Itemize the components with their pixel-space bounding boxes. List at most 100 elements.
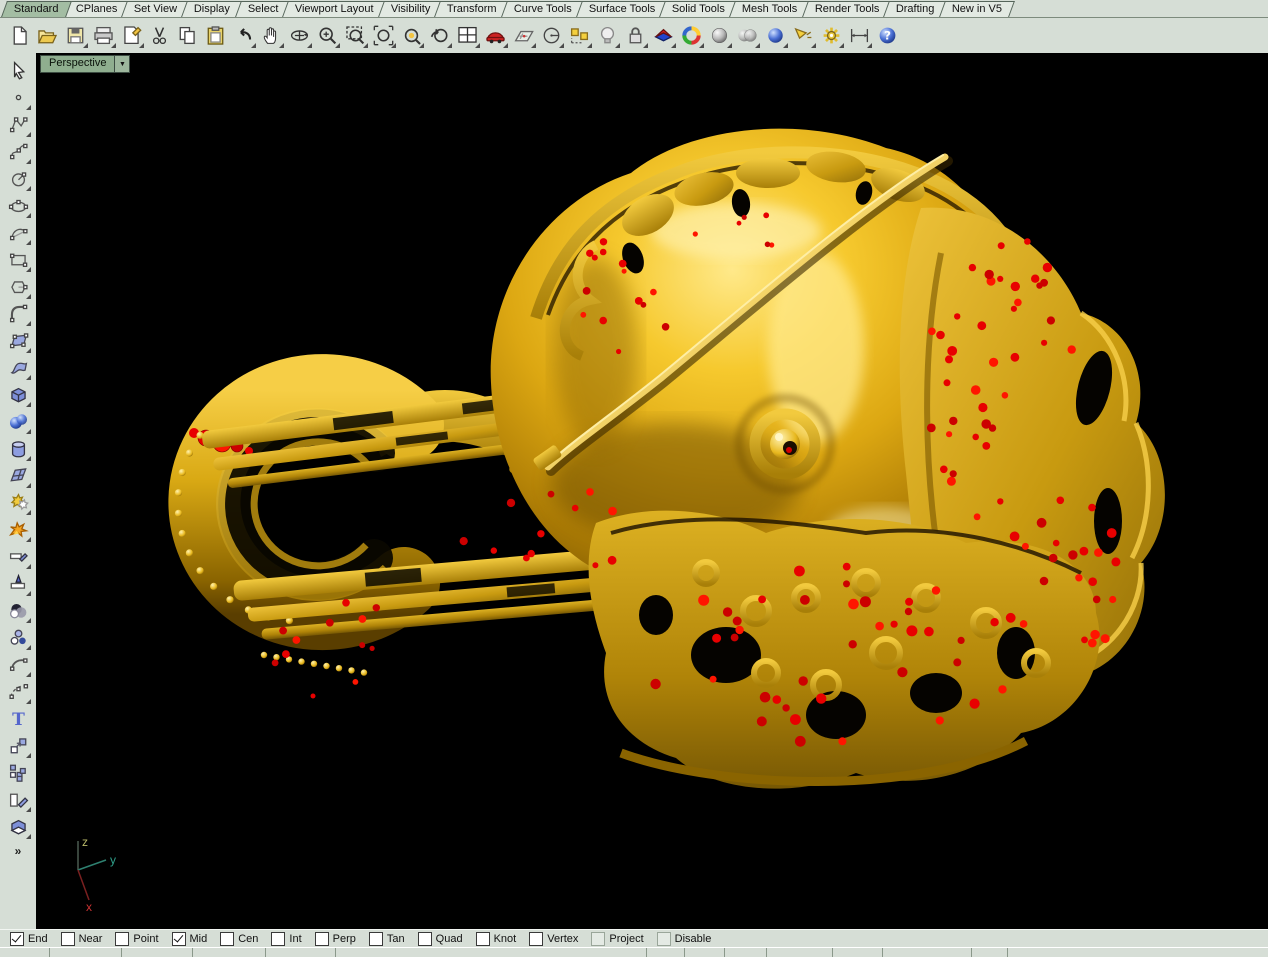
circle-tool-button[interactable] [4,165,32,192]
osnap-checkbox-near[interactable] [61,932,75,946]
toolbar-tab-new-in-v5[interactable]: New in V5 [939,1,1015,17]
rectangle-tool-button[interactable] [4,246,32,273]
explode-tool-button[interactable] [4,516,32,543]
osnap-checkbox-end[interactable] [10,932,24,946]
toolbar-tab-cplanes[interactable]: CPlanes [63,1,130,17]
osnap-checkbox-tan[interactable] [369,932,383,946]
cut-button[interactable] [146,22,173,49]
osnap-point[interactable]: Point [115,932,158,946]
box-tool-button[interactable] [4,381,32,408]
edit-properties-button[interactable] [118,22,145,49]
viewport-title[interactable]: Perspective [41,56,114,72]
toolbar-tab-set-view[interactable]: Set View [121,1,190,17]
pan-button[interactable] [258,22,285,49]
cplane-button[interactable] [510,22,537,49]
undo-button[interactable] [230,22,257,49]
save-button[interactable] [62,22,89,49]
open-file-button[interactable] [34,22,61,49]
zoom-extents-button[interactable] [370,22,397,49]
control-point-curve-tool-button[interactable] [4,138,32,165]
copy-button[interactable] [174,22,201,49]
osnap-checkbox-quad[interactable] [418,932,432,946]
polygon-tool-button[interactable] [4,273,32,300]
flash-snap-button[interactable] [790,22,817,49]
surface-loft-tool-button[interactable] [4,354,32,381]
osnap-perp[interactable]: Perp [315,932,356,946]
toolbar-tab-display[interactable]: Display [182,1,244,17]
surface-patch-tool-button[interactable] [4,462,32,489]
osnap-int[interactable]: Int [271,932,301,946]
osnap-checkbox-vertex[interactable] [529,932,543,946]
toolbar-tab-mesh-tools[interactable]: Mesh Tools [729,1,810,17]
cylinder-tool-button[interactable] [4,435,32,462]
circle-center-button[interactable] [538,22,565,49]
select-pointer-tool-button[interactable] [4,57,32,84]
extract-surface-tool-button[interactable] [4,813,32,840]
perspective-viewport[interactable]: Perspective ▼ [36,53,1268,929]
osnap-quad[interactable]: Quad [418,932,463,946]
osnap-checkbox-disable[interactable] [657,932,671,946]
viewport-layout-button[interactable] [454,22,481,49]
osnap-tan[interactable]: Tan [369,932,405,946]
osnap-checkbox-mid[interactable] [172,932,186,946]
toolbar-tab-transform[interactable]: Transform [434,1,510,17]
print-button[interactable] [90,22,117,49]
split-tool-button[interactable] [4,570,32,597]
dimension-button[interactable] [846,22,873,49]
osnap-checkbox-int[interactable] [271,932,285,946]
new-file-button[interactable] [6,22,33,49]
toolbar-tab-viewport-layout[interactable]: Viewport Layout [282,1,387,17]
toolbar-tab-curve-tools[interactable]: Curve Tools [501,1,585,17]
toolbar-tab-drafting[interactable]: Drafting [884,1,948,17]
osnap-project[interactable]: Project [591,932,643,946]
osnap-checkbox-project[interactable] [591,932,605,946]
osnap-vertex[interactable]: Vertex [529,932,578,946]
zoom-window-button[interactable] [342,22,369,49]
osnap-end[interactable]: End [10,932,48,946]
osnap-mid[interactable]: Mid [172,932,208,946]
rebuild-curve-tool-button[interactable] [4,678,32,705]
osnap-checkbox-knot[interactable] [476,932,490,946]
light-button[interactable] [594,22,621,49]
osnap-knot[interactable]: Knot [476,932,517,946]
curve-fillet-tool-button[interactable] [4,300,32,327]
viewport-title-tab[interactable]: Perspective ▼ [40,55,130,73]
shaded-view-button[interactable] [706,22,733,49]
point-tool-button[interactable] [4,84,32,111]
more-tools-chevron[interactable]: » [15,844,22,858]
osnap-cen[interactable]: Cen [220,932,258,946]
select-objects-button[interactable] [566,22,593,49]
boolean-union-tool-button[interactable] [4,489,32,516]
group-tool-button[interactable] [4,624,32,651]
array-tool-button[interactable] [4,759,32,786]
viewport-title-dropdown[interactable]: ▼ [114,56,129,72]
toolbar-tab-surface-tools[interactable]: Surface Tools [576,1,668,17]
zoom-selected-button[interactable] [398,22,425,49]
rotate-view-button[interactable] [286,22,313,49]
make-2d-tool-button[interactable] [4,786,32,813]
color-wheel-button[interactable] [678,22,705,49]
toolbar-tab-render-tools[interactable]: Render Tools [802,1,892,17]
osnap-checkbox-cen[interactable] [220,932,234,946]
options-gear-button[interactable] [818,22,845,49]
zoom-dynamic-button[interactable] [314,22,341,49]
display-mode-button[interactable] [482,22,509,49]
paste-button[interactable] [202,22,229,49]
osnap-disable[interactable]: Disable [657,932,712,946]
toolbar-tab-standard[interactable]: Standard [1,1,71,17]
surface-corner-points-tool-button[interactable] [4,327,32,354]
osnap-checkbox-perp[interactable] [315,932,329,946]
toolbar-tab-solid-tools[interactable]: Solid Tools [659,1,738,17]
trim-tool-button[interactable] [4,543,32,570]
adjustable-blend-tool-button[interactable] [4,651,32,678]
ellipse-tool-button[interactable] [4,192,32,219]
lock-button[interactable] [622,22,649,49]
render-sphere-button[interactable] [762,22,789,49]
toolbar-tab-visibility[interactable]: Visibility [378,1,443,17]
osnap-checkbox-point[interactable] [115,932,129,946]
undo-view-button[interactable] [426,22,453,49]
osnap-near[interactable]: Near [61,932,103,946]
viewport-canvas[interactable]: z y x [36,53,1268,929]
help-button[interactable]: ? [874,22,901,49]
move-tool-button[interactable] [4,732,32,759]
